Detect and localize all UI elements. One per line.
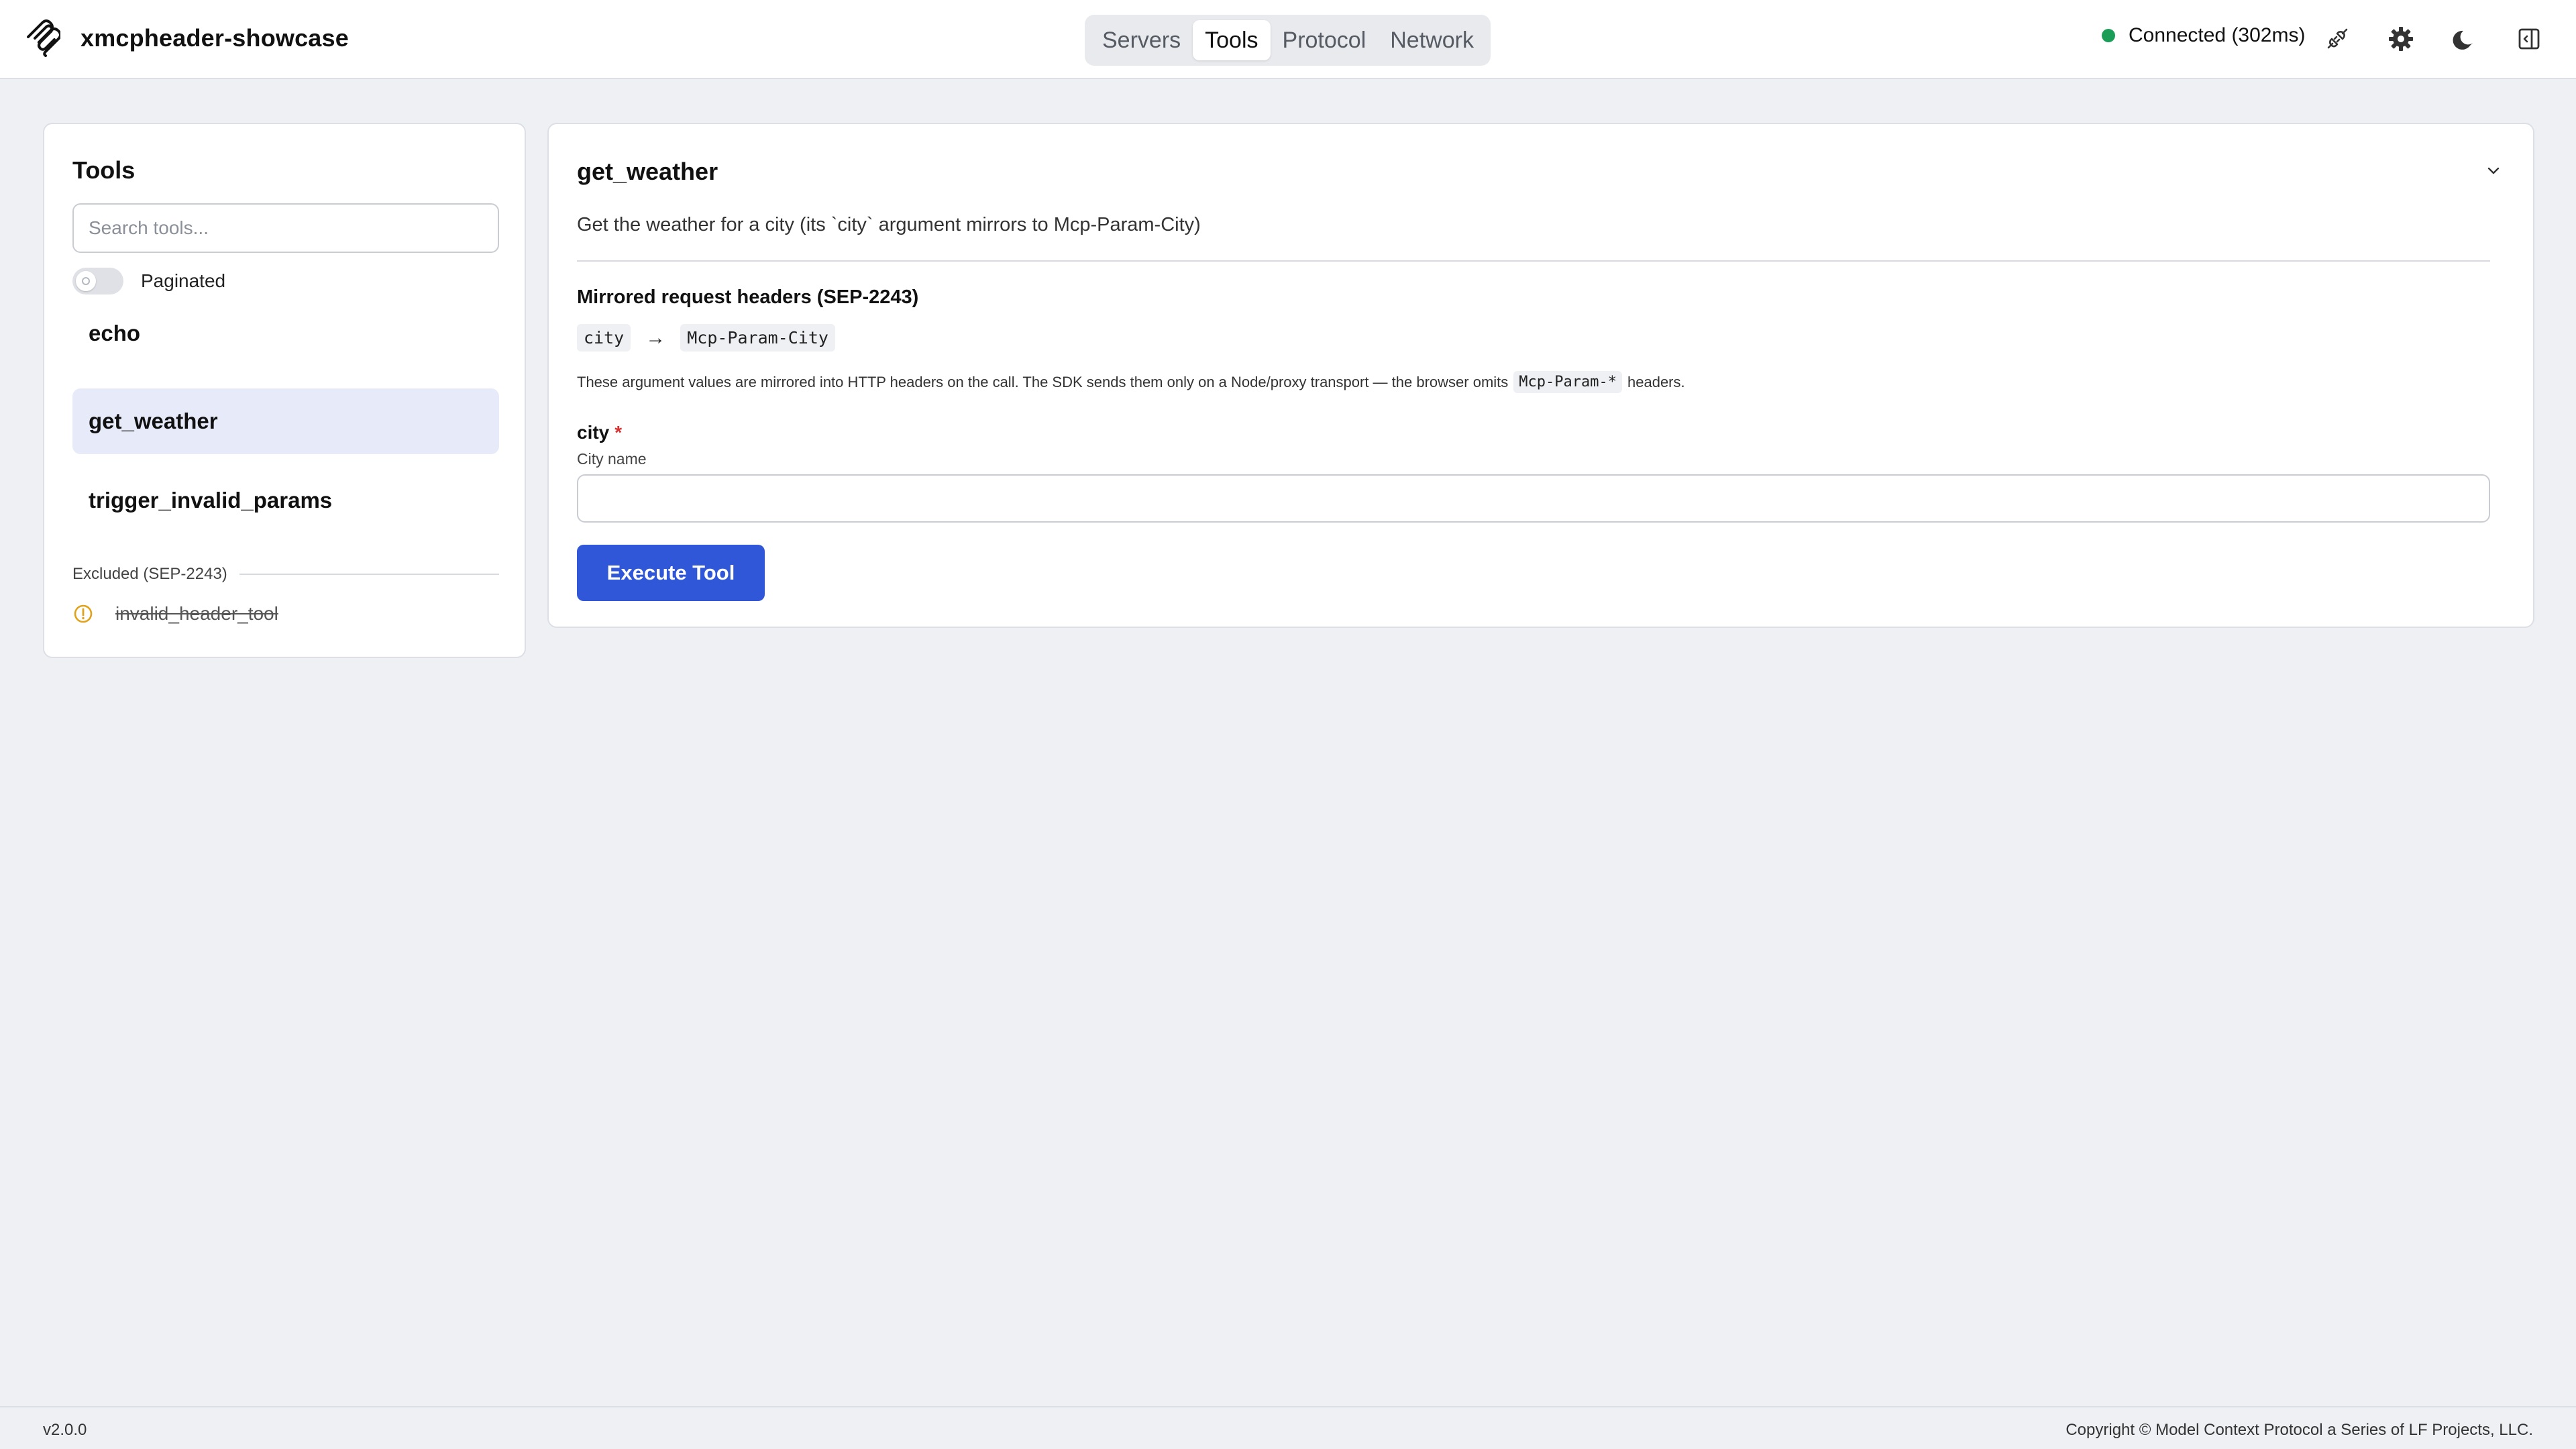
mirrored-headers-title: Mirrored request headers (SEP-2243) <box>577 286 919 308</box>
excluded-tool-item: invalid_header_tool <box>72 603 278 625</box>
tool-title: get_weather <box>577 158 718 185</box>
city-field-description: City name <box>577 450 647 468</box>
tool-description: Get the weather for a city (its `city` a… <box>577 214 1201 235</box>
search-tools-input[interactable] <box>72 203 499 253</box>
note-code-chip: Mcp-Param-* <box>1513 371 1622 393</box>
top-bar: xmcpheader-showcase Servers Tools Protoc… <box>0 0 2576 79</box>
chevron-down-icon[interactable] <box>2482 159 2505 182</box>
footer: v2.0.0 Copyright © Model Context Protoco… <box>0 1406 2576 1449</box>
paginated-label: Paginated <box>141 270 226 291</box>
tool-item-trigger-invalid-params[interactable]: trigger_invalid_params <box>72 468 499 533</box>
connection-status-text: Connected (302ms) <box>2129 24 2306 46</box>
note-text: These argument values are mirrored into … <box>577 373 1509 390</box>
excluded-label: Excluded (SEP-2243) <box>72 565 227 583</box>
tool-item-label: trigger_invalid_params <box>89 488 333 513</box>
plug-icon[interactable] <box>2322 24 2352 54</box>
mirroring-note: These argument values are mirrored into … <box>577 371 1685 393</box>
argument-name-chip: city <box>577 324 631 352</box>
execute-tool-button[interactable]: Execute Tool <box>577 545 765 601</box>
tool-item-echo[interactable]: echo <box>72 301 499 366</box>
excluded-section-header: Excluded (SEP-2243) <box>72 565 499 584</box>
section-divider <box>577 260 2490 262</box>
status-dot-icon <box>2102 29 2115 42</box>
sidebar-toggle-icon[interactable] <box>2514 24 2544 54</box>
paginated-toggle-row: Paginated <box>72 268 225 294</box>
header-mapping: city → Mcp-Param-City <box>577 324 835 352</box>
tool-item-label: get_weather <box>89 409 218 433</box>
paginated-toggle[interactable] <box>72 268 123 294</box>
tab-protocol[interactable]: Protocol <box>1271 20 1379 60</box>
tool-item-get-weather[interactable]: get_weather <box>72 388 499 454</box>
city-input[interactable] <box>577 474 2490 523</box>
arrow-right-icon: → <box>645 326 666 349</box>
copyright-text: Copyright © Model Context Protocol a Ser… <box>2065 1421 2533 1439</box>
tab-network[interactable]: Network <box>1378 20 1486 60</box>
gear-icon[interactable] <box>2386 24 2416 54</box>
city-field-label: city * <box>577 422 622 443</box>
excluded-divider <box>239 574 499 575</box>
excluded-tool-name: invalid_header_tool <box>115 603 278 624</box>
city-label-text: city <box>577 422 610 443</box>
mcp-logo-icon <box>24 19 62 58</box>
brand: xmcpheader-showcase <box>24 19 349 58</box>
tool-detail-panel: get_weather Get the weather for a city (… <box>547 123 2534 628</box>
connection-status: Connected (302ms) <box>2102 24 2305 47</box>
tools-panel: Tools Paginated echo get_weather trigger… <box>43 123 526 658</box>
required-marker: * <box>614 422 623 443</box>
note-suffix: headers. <box>1627 373 1685 390</box>
tools-panel-title: Tools <box>72 156 136 184</box>
main-nav-tabs: Servers Tools Protocol Network <box>1085 15 1491 66</box>
moon-icon[interactable] <box>2451 24 2480 54</box>
tool-item-label: echo <box>89 321 141 345</box>
app-name: xmcpheader-showcase <box>80 24 349 52</box>
tab-tools[interactable]: Tools <box>1193 20 1271 60</box>
toggle-knob <box>76 271 96 291</box>
warning-icon <box>72 603 94 625</box>
version-label: v2.0.0 <box>43 1421 87 1439</box>
tab-servers[interactable]: Servers <box>1090 20 1193 60</box>
header-name-chip: Mcp-Param-City <box>680 324 835 352</box>
